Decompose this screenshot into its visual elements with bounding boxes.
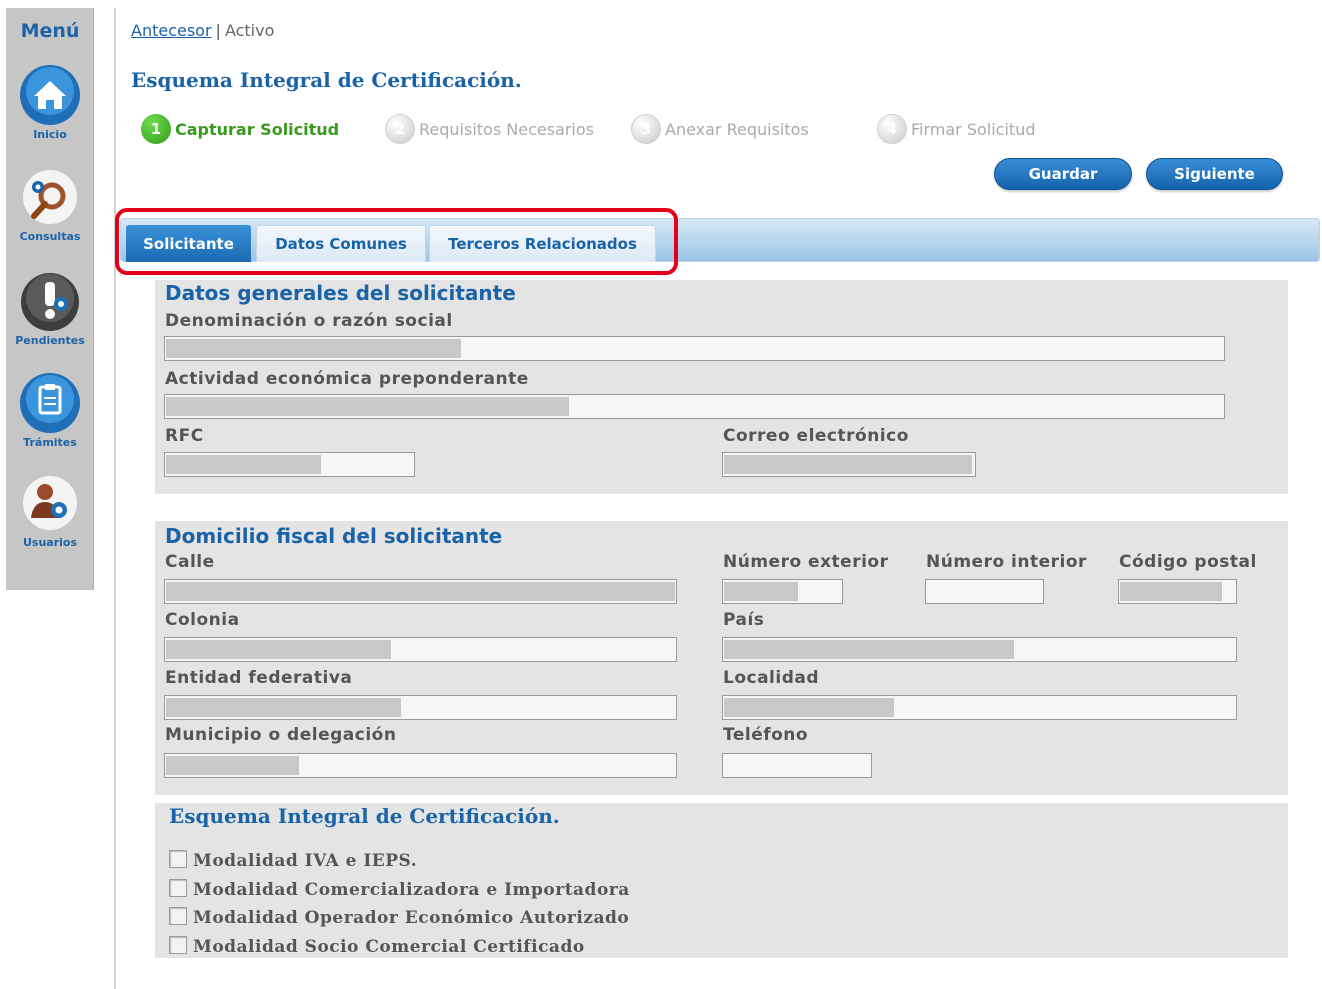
numero-exterior-field[interactable]	[722, 579, 843, 604]
municipio-field[interactable]	[164, 753, 677, 778]
nav-item-tramites[interactable]: Trámites	[6, 372, 94, 449]
nav-item-pendientes[interactable]: Pendientes	[6, 270, 94, 347]
tabs-highlight-annotation	[115, 208, 678, 275]
correo-label: Correo electrónico	[723, 426, 909, 446]
denominacion-field[interactable]	[164, 336, 1225, 361]
step-requisitos-necesarios: 2 Requisitos Necesarios	[385, 113, 594, 145]
correo-field[interactable]	[722, 452, 976, 477]
menu-title: Menú	[20, 20, 80, 42]
modalidad-iva-ieps-checkbox[interactable]	[169, 850, 187, 868]
numero-interior-label: Número interior	[926, 552, 1087, 572]
colonia-field[interactable]	[164, 637, 677, 662]
pais-field[interactable]	[722, 637, 1237, 662]
telefono-field[interactable]	[722, 753, 872, 778]
telefono-label: Teléfono	[723, 725, 809, 745]
step-label: Capturar Solicitud	[175, 119, 340, 139]
actividad-label: Actividad económica preponderante	[165, 369, 529, 389]
modalidad-oea-checkbox[interactable]	[169, 907, 187, 925]
breadcrumb-link-antecesor[interactable]: Antecesor	[131, 21, 212, 40]
numero-interior-field[interactable]	[925, 579, 1044, 604]
step-anexar-requisitos: 3 Anexar Requisitos	[631, 113, 809, 145]
nav-item-inicio[interactable]: Inicio	[6, 64, 94, 141]
step-label: Anexar Requisitos	[665, 119, 809, 139]
home-icon	[19, 64, 81, 126]
sidebar: Menú Inicio Consultas Pendientes Trámite…	[6, 8, 94, 590]
pais-label: País	[723, 610, 765, 630]
datos-generales-section: Datos generales del solicitante Denomina…	[155, 280, 1288, 494]
domicilio-section: Domicilio fiscal del solicitante Calle N…	[155, 521, 1288, 795]
breadcrumb-current: Activo	[224, 21, 275, 40]
codigo-postal-field[interactable]	[1118, 579, 1237, 604]
step-number: 3	[631, 114, 661, 144]
nav-item-usuarios[interactable]: Usuarios	[6, 472, 94, 549]
esquema-section: Esquema Integral de Certificación. Modal…	[155, 803, 1288, 958]
section-title: Datos generales del solicitante	[165, 281, 516, 305]
breadcrumb-separator: |	[215, 21, 221, 40]
nav-label-usuarios: Usuarios	[22, 536, 78, 549]
step-number: 1	[141, 114, 171, 144]
nav-label-pendientes: Pendientes	[15, 334, 85, 347]
alert-icon	[19, 270, 81, 332]
nav-label-tramites: Trámites	[23, 436, 77, 449]
document-icon	[19, 372, 81, 434]
modalidad-socio-comercial-checkbox[interactable]	[169, 936, 187, 954]
users-icon	[19, 472, 81, 534]
step-label: Firmar Solicitud	[911, 119, 1036, 139]
denominacion-label: Denominación o razón social	[165, 311, 453, 331]
save-button[interactable]: Guardar	[994, 158, 1132, 190]
colonia-label: Colonia	[165, 610, 240, 630]
modalidad-iva-ieps-label: Modalidad IVA e IEPS.	[193, 851, 418, 871]
codigo-postal-label: Código postal	[1119, 552, 1257, 572]
modalidad-comercializadora-label: Modalidad Comercializadora e Importadora	[193, 880, 630, 900]
calle-label: Calle	[165, 552, 215, 572]
section-title: Esquema Integral de Certificación.	[169, 804, 560, 828]
step-capturar-solicitud: 1 Capturar Solicitud	[141, 113, 339, 145]
section-title: Domicilio fiscal del solicitante	[165, 524, 503, 548]
localidad-field[interactable]	[722, 695, 1237, 720]
actividad-field[interactable]	[164, 394, 1225, 419]
next-button[interactable]: Siguiente	[1146, 158, 1283, 190]
sidebar-divider	[114, 8, 116, 989]
nav-item-consultas[interactable]: Consultas	[6, 166, 94, 243]
step-label: Requisitos Necesarios	[419, 119, 594, 139]
nav-label-inicio: Inicio	[33, 128, 67, 141]
breadcrumb: Antecesor | Activo	[131, 21, 274, 40]
localidad-label: Localidad	[723, 668, 820, 688]
modalidad-socio-comercial-label: Modalidad Socio Comercial Certificado	[193, 937, 585, 957]
search-key-icon	[19, 166, 81, 228]
numero-exterior-label: Número exterior	[723, 552, 889, 572]
nav-label-consultas: Consultas	[19, 230, 81, 243]
rfc-label: RFC	[165, 426, 204, 446]
page-title: Esquema Integral de Certificación.	[131, 68, 522, 92]
calle-field[interactable]	[164, 579, 677, 604]
entidad-label: Entidad federativa	[165, 668, 353, 688]
modalidad-oea-label: Modalidad Operador Económico Autorizado	[193, 908, 630, 928]
rfc-field[interactable]	[164, 452, 415, 477]
modalidad-comercializadora-checkbox[interactable]	[169, 879, 187, 897]
entidad-field[interactable]	[164, 695, 677, 720]
step-number: 2	[385, 114, 415, 144]
step-firmar-solicitud: 4 Firmar Solicitud	[877, 113, 1035, 145]
step-number: 4	[877, 114, 907, 144]
municipio-label: Municipio o delegación	[165, 725, 397, 745]
